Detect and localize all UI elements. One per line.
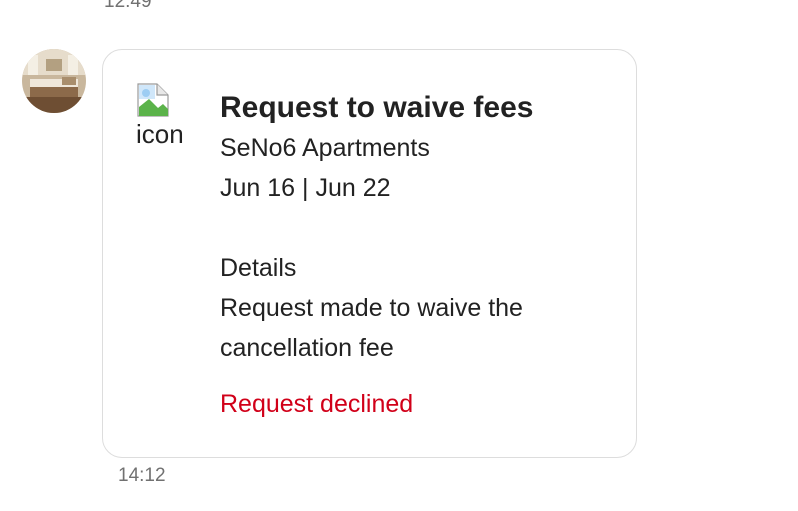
broken-image-icon: icon <box>136 83 196 153</box>
sender-avatar[interactable] <box>22 49 86 113</box>
image-placeholder-icon <box>137 83 169 117</box>
details-text-line-2: cancellation fee <box>220 334 394 362</box>
hotel-room-photo-icon <box>22 49 86 113</box>
image-alt-text: icon <box>136 119 184 149</box>
details-text-line-1: Request made to waive the <box>220 294 523 322</box>
card-title: Request to waive fees <box>220 91 534 124</box>
previous-message-timestamp: 12:49 <box>104 0 152 12</box>
stay-dates: Jun 16 | Jun 22 <box>220 174 391 202</box>
request-status: Request declined <box>220 390 414 418</box>
fee-waiver-request-card[interactable]: icon Request to waive fees SeNo6 Apartme… <box>102 49 637 458</box>
card-content: Request to waive fees SeNo6 Apartments J… <box>220 88 620 424</box>
details-label: Details <box>220 254 297 282</box>
message-timestamp: 14:12 <box>118 465 166 486</box>
property-name: SeNo6 Apartments <box>220 134 430 162</box>
